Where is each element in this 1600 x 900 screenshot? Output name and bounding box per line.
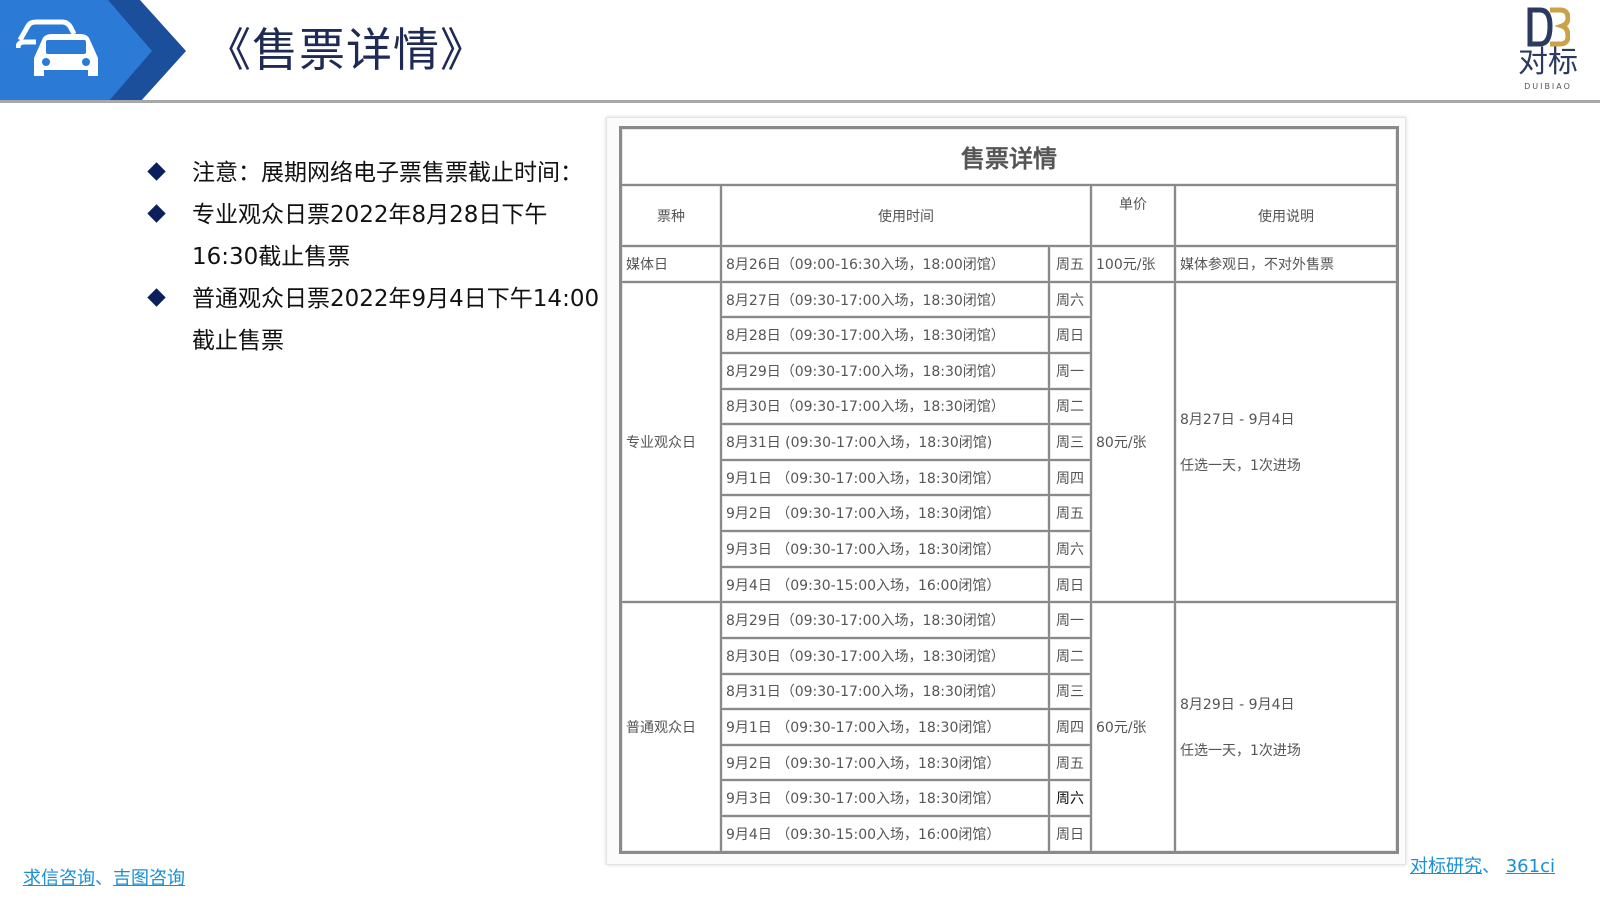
note-text: 专业观众日票2022年8月28日下午16:30截止售票 bbox=[192, 202, 548, 270]
usage-time-cell: 9月4日 （09:30-15:00入场，16:00闭馆） bbox=[721, 816, 1049, 852]
header-ticket-type: 票种 bbox=[621, 185, 721, 247]
ticket-type-cell: 普通观众日 bbox=[621, 602, 721, 852]
note-range: 8月27日 - 9月4日 bbox=[1180, 412, 1295, 429]
usage-time-cell: 8月30日（09:30-17:00入场，18:30闭馆） bbox=[721, 388, 1049, 425]
footer-link-duibiao[interactable]: 对标研究 bbox=[1410, 856, 1482, 877]
table-header-row: 票种 使用时间 单价 使用说明 bbox=[621, 185, 1398, 247]
usage-time-cell: 9月1日 （09:30-17:00入场，18:30闭馆） bbox=[721, 459, 1049, 496]
weekday-cell: 周日 bbox=[1049, 566, 1091, 603]
weekday-cell: 周四 bbox=[1049, 459, 1091, 496]
usage-time-cell: 9月3日 （09:30-17:00入场，18:30闭馆） bbox=[721, 780, 1049, 817]
note-text: 普通观众日票2022年9月4日下午14:00截止售票 bbox=[192, 286, 600, 354]
header-usage-time: 使用时间 bbox=[721, 185, 1091, 247]
usage-time-cell: 8月29日（09:30-17:00入场，18:30闭馆） bbox=[721, 352, 1049, 389]
note-range: 8月29日 - 9月4日 bbox=[1180, 697, 1295, 714]
table-row: 专业观众日 8月27日（09:30-17:00入场，18:30闭馆） 周六 80… bbox=[621, 281, 1398, 603]
diamond-bullet-icon bbox=[147, 162, 166, 181]
logo-text: 对标 bbox=[1518, 45, 1578, 80]
footer-right: 对标研究、 361ci bbox=[1410, 852, 1555, 878]
usage-time-cell: 9月3日 （09:30-17:00入场，18:30闭馆） bbox=[721, 531, 1049, 567]
footer-link-jitu[interactable]: 吉图咨询 bbox=[113, 868, 185, 889]
note-item: 专业观众日票2022年8月28日下午16:30截止售票 bbox=[147, 194, 608, 278]
usage-time-cell: 8月27日（09:30-17:00入场，18:30闭馆） bbox=[721, 281, 1049, 318]
logo: 对标 DUIBIAO bbox=[1508, 6, 1588, 94]
weekday-cell: 周二 bbox=[1049, 637, 1091, 674]
usage-time-cell: 8月28日（09:30-17:00入场，18:30闭馆） bbox=[721, 317, 1049, 353]
weekday-cell: 周一 bbox=[1049, 602, 1091, 638]
header-price: 单价 bbox=[1091, 185, 1175, 247]
usage-time-cell: 8月30日（09:30-17:00入场，18:30闭馆） bbox=[721, 637, 1049, 674]
logo-subtext: DUIBIAO bbox=[1524, 82, 1572, 91]
note-text: 注意：展期网络电子票售票截止时间： bbox=[192, 160, 583, 186]
weekday-cell: 周三 bbox=[1049, 424, 1091, 460]
price-cell: 60元/张 bbox=[1091, 602, 1175, 852]
usage-time-cell: 8月29日（09:30-17:00入场，18:30闭馆） bbox=[721, 602, 1049, 638]
usage-note-cell: 媒体参观日，不对外售票 bbox=[1175, 246, 1398, 282]
weekday-cell: 周四 bbox=[1049, 709, 1091, 745]
weekday-cell: 周二 bbox=[1049, 388, 1091, 425]
header-divider bbox=[0, 100, 1600, 103]
weekday-cell: 周六 bbox=[1049, 531, 1091, 567]
header-usage-note: 使用说明 bbox=[1175, 185, 1398, 247]
price-cell: 80元/张 bbox=[1091, 281, 1175, 603]
usage-time-cell: 9月2日 （09:30-17:00入场，18:30闭馆） bbox=[721, 744, 1049, 781]
table-title: 售票详情 bbox=[621, 128, 1398, 186]
footer-left: 求信咨询、吉图咨询 bbox=[23, 864, 185, 890]
footer-link-361ci[interactable]: 361ci bbox=[1506, 856, 1555, 877]
price-cell: 100元/张 bbox=[1091, 246, 1175, 282]
ticket-type-cell: 媒体日 bbox=[621, 246, 721, 282]
weekday-cell: 周五 bbox=[1049, 744, 1091, 781]
weekday-cell: 周六 bbox=[1049, 281, 1091, 318]
car-icon bbox=[16, 18, 100, 82]
table-row: 媒体日 8月26日（09:00-16:30入场，18:00闭馆） 周五 100元… bbox=[621, 246, 1398, 282]
weekday-cell: 周一 bbox=[1049, 352, 1091, 389]
weekday-cell: 周五 bbox=[1049, 246, 1091, 282]
usage-note-cell: 8月29日 - 9月4日 任选一天，1次进场 bbox=[1175, 602, 1398, 852]
logo-mark-icon bbox=[1526, 6, 1571, 50]
diamond-bullet-icon bbox=[147, 204, 166, 223]
footer-separator: 、 bbox=[95, 868, 113, 889]
usage-time-cell: 8月31日（09:30-17:00入场，18:30闭馆） bbox=[721, 673, 1049, 710]
usage-time-cell: 9月1日 （09:30-17:00入场，18:30闭馆） bbox=[721, 709, 1049, 745]
weekday-cell: 周三 bbox=[1049, 673, 1091, 710]
note-rule: 任选一天，1次进场 bbox=[1180, 743, 1301, 760]
footer-link-qiuxin[interactable]: 求信咨询 bbox=[23, 868, 95, 889]
footer-separator: 、 bbox=[1482, 856, 1506, 877]
weekday-cell: 周日 bbox=[1049, 816, 1091, 852]
ticket-table-image: 售票详情 票种 使用时间 单价 使用说明 媒体日 8月26日（09:00-16:… bbox=[606, 117, 1406, 865]
table-row: 普通观众日 8月29日（09:30-17:00入场，18:30闭馆） 周一 60… bbox=[621, 602, 1398, 852]
usage-time-cell: 9月2日 （09:30-17:00入场，18:30闭馆） bbox=[721, 495, 1049, 532]
usage-time-cell: 8月26日（09:00-16:30入场，18:00闭馆） bbox=[721, 246, 1049, 282]
notes-list: 注意：展期网络电子票售票截止时间： 专业观众日票2022年8月28日下午16:3… bbox=[147, 152, 608, 362]
usage-time-cell: 8月31日 (09:30-17:00入场，18:30闭馆) bbox=[721, 424, 1049, 460]
usage-time-cell: 9月4日 （09:30-15:00入场，16:00闭馆） bbox=[721, 566, 1049, 603]
weekday-cell: 周日 bbox=[1049, 317, 1091, 353]
diamond-bullet-icon bbox=[147, 288, 166, 307]
weekday-cell: 周六 bbox=[1049, 780, 1091, 817]
ticket-type-cell: 专业观众日 bbox=[621, 281, 721, 603]
header-band bbox=[0, 0, 190, 102]
note-item: 注意：展期网络电子票售票截止时间： bbox=[147, 152, 608, 194]
note-item: 普通观众日票2022年9月4日下午14:00截止售票 bbox=[147, 278, 608, 362]
usage-note-cell: 8月27日 - 9月4日 任选一天，1次进场 bbox=[1175, 281, 1398, 603]
page-title: 《售票详情》 bbox=[205, 23, 487, 77]
ticket-table: 售票详情 票种 使用时间 单价 使用说明 媒体日 8月26日（09:00-16:… bbox=[619, 126, 1400, 854]
note-rule: 任选一天，1次进场 bbox=[1180, 458, 1301, 475]
weekday-cell: 周五 bbox=[1049, 495, 1091, 532]
